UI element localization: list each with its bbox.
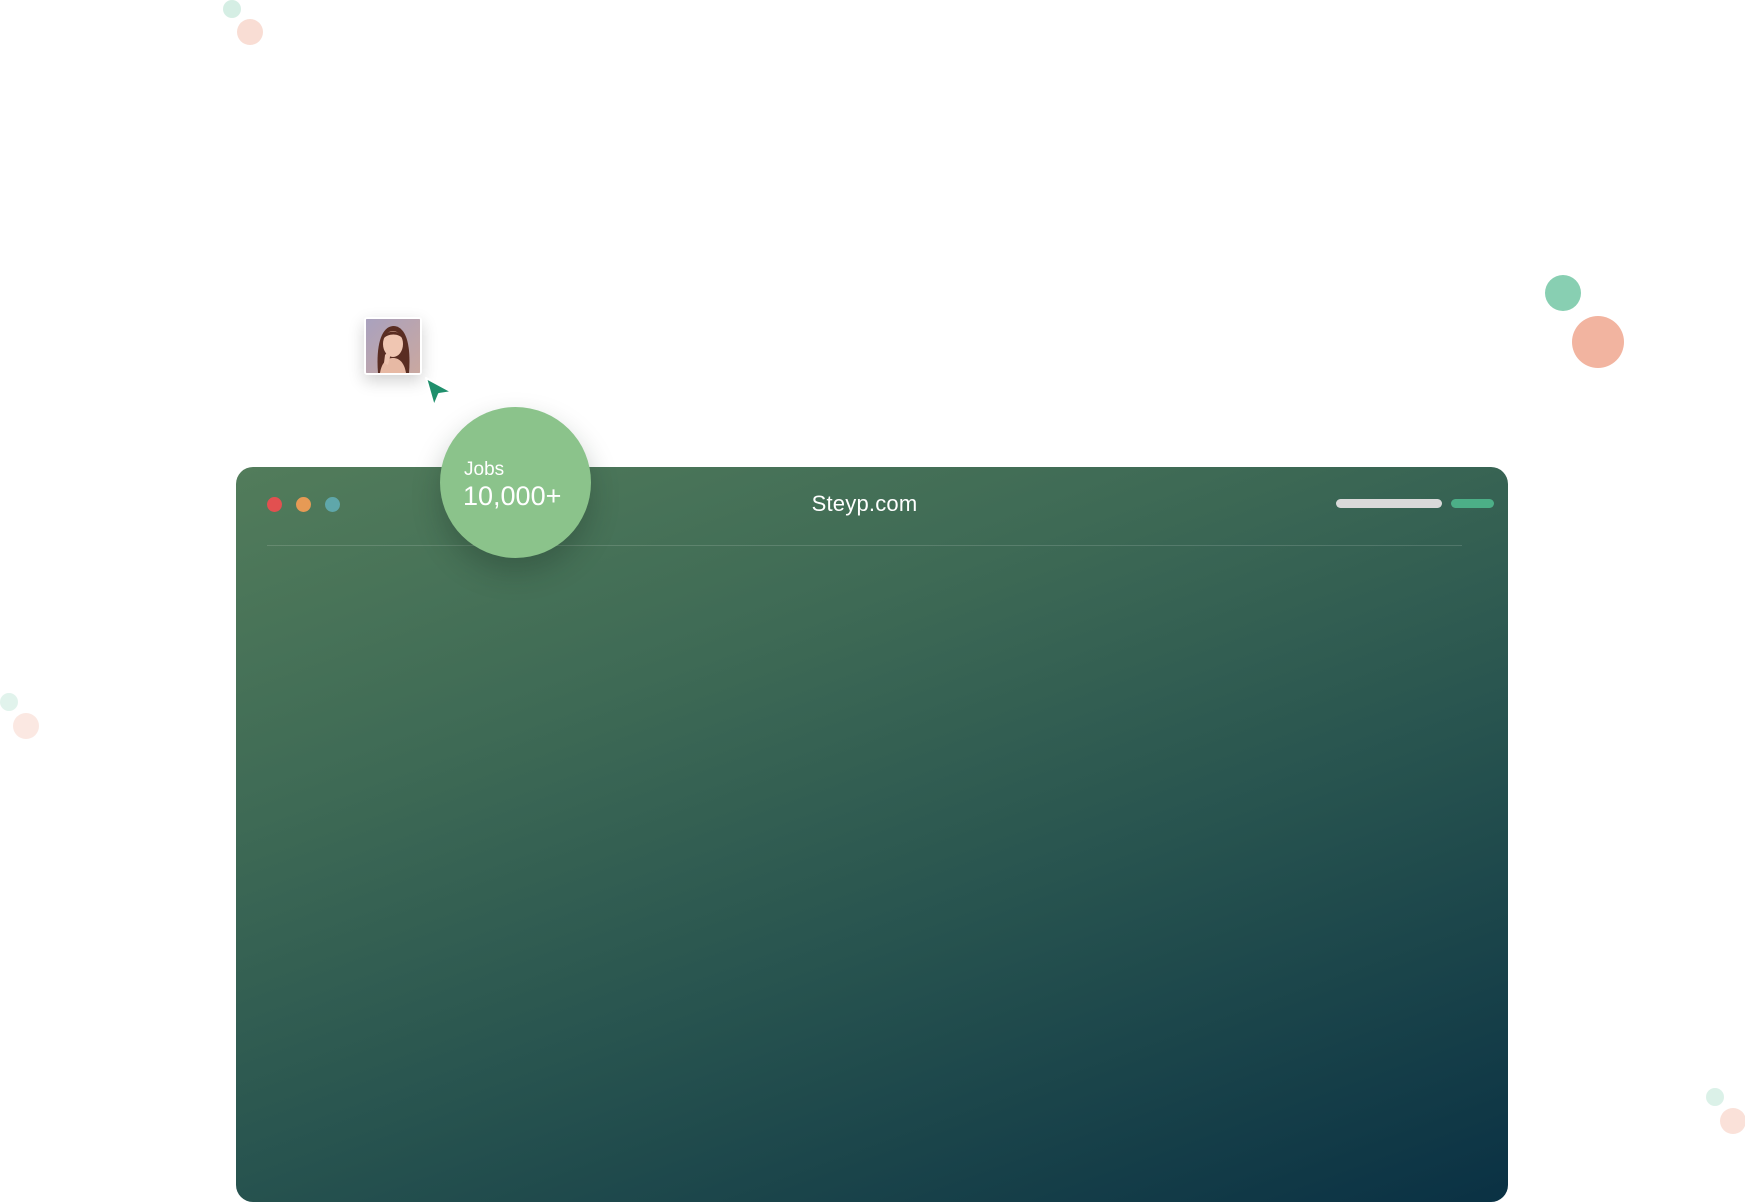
action-button-placeholder[interactable]	[1451, 499, 1494, 508]
jobs-stat-badge: Jobs 10,000+	[440, 407, 591, 558]
decor-dot-mint	[223, 0, 241, 18]
decor-dot-peach	[1720, 1108, 1745, 1134]
avatar	[364, 317, 422, 375]
browser-window: Steyp.com	[236, 467, 1508, 1202]
decor-dot-mint	[1706, 1088, 1724, 1106]
decor-dot-mint	[0, 693, 18, 711]
decor-dot-peach	[237, 19, 263, 45]
decor-dot-mint	[1545, 275, 1581, 311]
jobs-stat-value: 10,000+	[463, 481, 562, 511]
pointer-arrow-icon	[425, 377, 453, 407]
jobs-stat-label: Jobs	[464, 459, 505, 480]
decor-dot-peach	[1572, 316, 1624, 368]
profile-photo-icon	[366, 319, 420, 373]
address-bar-placeholder[interactable]	[1336, 499, 1442, 508]
hero-illustration: Steyp.com Jobs 10,000+	[0, 0, 1745, 1203]
decor-dot-peach	[13, 713, 39, 739]
